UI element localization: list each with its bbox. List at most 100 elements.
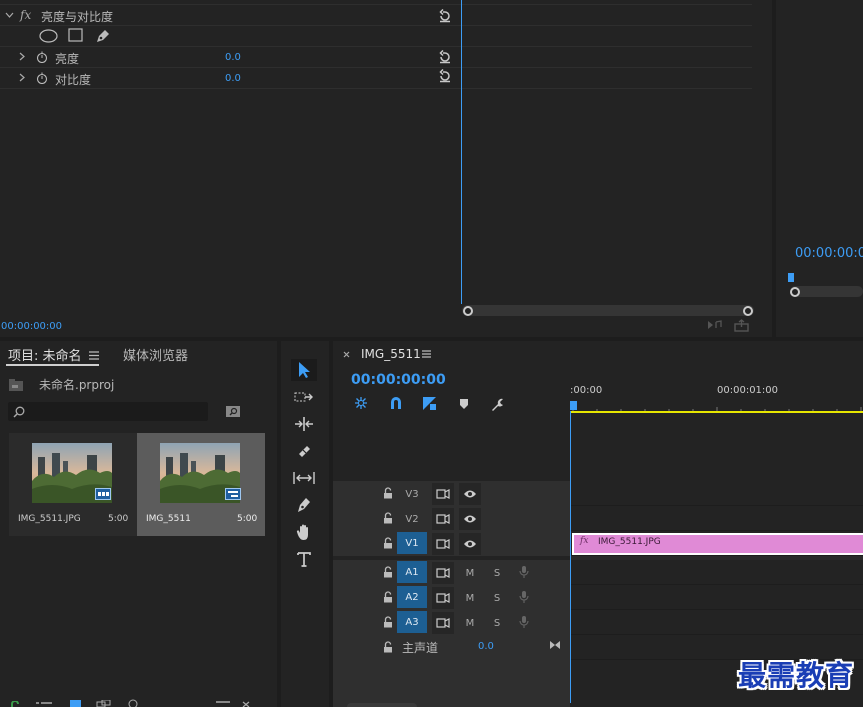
master-volume-value[interactable]: 0.0 [478, 641, 494, 652]
reset-icon[interactable] [438, 69, 452, 83]
time-ruler[interactable]: :00:00 00:00:01:00 [570, 381, 863, 413]
sync-lock-button[interactable] [432, 587, 454, 609]
program-playhead[interactable] [788, 273, 794, 282]
icon-view-icon[interactable] [70, 700, 81, 707]
lock-icon[interactable] [10, 701, 24, 707]
snap-magnet-icon[interactable] [389, 396, 403, 410]
filter-audio-icon[interactable] [707, 319, 723, 331]
lock-open-icon[interactable] [383, 487, 393, 499]
hamburger-menu-icon[interactable] [89, 351, 99, 360]
add-marker-icon[interactable] [459, 398, 469, 410]
close-icon[interactable] [343, 351, 350, 358]
track-lane-a2[interactable] [570, 585, 863, 610]
ellipse-mask-icon[interactable] [39, 29, 58, 43]
video-clip[interactable]: fx IMG_5511.JPG [574, 535, 863, 553]
timeline-playhead[interactable] [570, 411, 571, 703]
reset-icon[interactable] [438, 9, 452, 23]
solo-button[interactable]: S [486, 562, 508, 584]
stopwatch-icon[interactable] [36, 51, 48, 63]
freeform-view-icon[interactable] [96, 700, 114, 707]
lock-open-icon[interactable] [383, 512, 393, 524]
param-row-contrast[interactable]: 对比度 0.0 [0, 68, 752, 89]
lock-open-icon[interactable] [383, 616, 393, 628]
solo-button[interactable]: S [486, 587, 508, 609]
program-scrollbar[interactable] [790, 286, 863, 297]
lock-open-icon[interactable] [383, 537, 393, 549]
track-header-v1[interactable]: V1 [333, 531, 570, 556]
track-header-v2[interactable]: V2 [333, 506, 570, 531]
toggle-output-button[interactable] [459, 533, 481, 555]
lock-open-icon[interactable] [383, 566, 393, 578]
project-item[interactable]: IMG_5511.JPG 5:00 [9, 433, 137, 536]
work-area-bar[interactable] [571, 411, 863, 413]
param-value[interactable]: 0.0 [225, 73, 241, 84]
param-value[interactable]: 0.0 [225, 52, 241, 63]
track-lane-a3[interactable] [570, 610, 863, 635]
linked-selection-icon[interactable] [422, 396, 437, 411]
track-header-a3[interactable]: A3 M S [333, 610, 570, 635]
timeline-timecode[interactable]: 00:00:00:00 [351, 372, 446, 388]
hamburger-menu-icon[interactable] [422, 350, 431, 358]
chevron-right-icon[interactable] [19, 52, 25, 61]
track-header-master[interactable]: 主声道 0.0 [333, 635, 570, 660]
track-target-v3[interactable]: V3 [397, 483, 427, 505]
fx-playhead[interactable] [461, 0, 462, 304]
rectangle-mask-icon[interactable] [68, 28, 83, 43]
toggle-output-button[interactable] [459, 483, 481, 505]
project-item-selected[interactable]: IMG_5511 5:00 [137, 433, 265, 536]
track-target-v1[interactable]: V1 [397, 532, 427, 554]
mute-button[interactable]: M [459, 587, 481, 609]
timeline-tab[interactable]: IMG_5511 [361, 347, 421, 361]
sync-lock-button[interactable] [432, 612, 454, 634]
sync-lock-button[interactable] [432, 483, 454, 505]
track-header-a1[interactable]: A1 M S [333, 560, 570, 585]
type-tool[interactable] [291, 548, 317, 570]
param-row-brightness[interactable]: 亮度 0.0 [0, 47, 752, 68]
export-icon[interactable] [734, 319, 749, 332]
go-to-edit-point-icon[interactable] [549, 640, 561, 650]
razor-tool[interactable] [291, 440, 317, 462]
new-search-bin-icon[interactable] [225, 404, 241, 418]
track-lane-v2[interactable] [570, 506, 863, 531]
microphone-icon[interactable] [519, 615, 529, 629]
pen-tool[interactable] [291, 494, 317, 516]
nest-toggle-icon[interactable] [353, 395, 369, 411]
hand-tool[interactable] [291, 521, 317, 543]
chevron-down-icon[interactable] [5, 11, 14, 19]
microphone-icon[interactable] [519, 565, 529, 579]
wrench-settings-icon[interactable] [489, 396, 505, 412]
sync-lock-button[interactable] [432, 562, 454, 584]
effect-row-brightness-contrast[interactable]: fx 亮度与对比度 [0, 5, 752, 26]
fx-zoom-scrollbar[interactable] [462, 305, 754, 316]
track-lane-v1[interactable]: fx IMG_5511.JPG [570, 531, 863, 556]
selection-tool[interactable] [291, 359, 317, 381]
fx-timecode[interactable]: 00:00:00:00 [1, 321, 62, 332]
track-lane-v3[interactable] [570, 481, 863, 506]
list-view-icon[interactable] [36, 701, 52, 707]
mute-button[interactable]: M [459, 562, 481, 584]
track-target-a3[interactable]: A3 [397, 611, 427, 633]
zoom-slider-icon[interactable] [128, 699, 138, 707]
reset-icon[interactable] [438, 50, 452, 64]
program-timecode[interactable]: 00:00:00:0 [795, 246, 863, 261]
sync-lock-button[interactable] [432, 508, 454, 530]
sync-lock-button[interactable] [432, 533, 454, 555]
track-header-a2[interactable]: A2 M S [333, 585, 570, 610]
track-target-a1[interactable]: A1 [397, 561, 427, 583]
pen-mask-icon[interactable] [95, 28, 111, 44]
microphone-icon[interactable] [519, 590, 529, 604]
automate-icon[interactable] [242, 700, 250, 707]
track-target-a2[interactable]: A2 [397, 586, 427, 608]
playhead-handle[interactable] [570, 401, 577, 410]
scroll-handle-right[interactable] [743, 306, 753, 316]
solo-button[interactable]: S [486, 612, 508, 634]
slip-tool[interactable] [291, 467, 317, 489]
toggle-output-button[interactable] [459, 508, 481, 530]
lock-open-icon[interactable] [383, 591, 393, 603]
search-input[interactable] [8, 402, 208, 421]
ripple-edit-tool[interactable] [291, 413, 317, 435]
tab-project[interactable]: 项目: 未命名 [8, 345, 82, 364]
scroll-handle-left[interactable] [463, 306, 473, 316]
lock-open-icon[interactable] [383, 641, 393, 653]
track-lane-a1[interactable] [570, 560, 863, 585]
